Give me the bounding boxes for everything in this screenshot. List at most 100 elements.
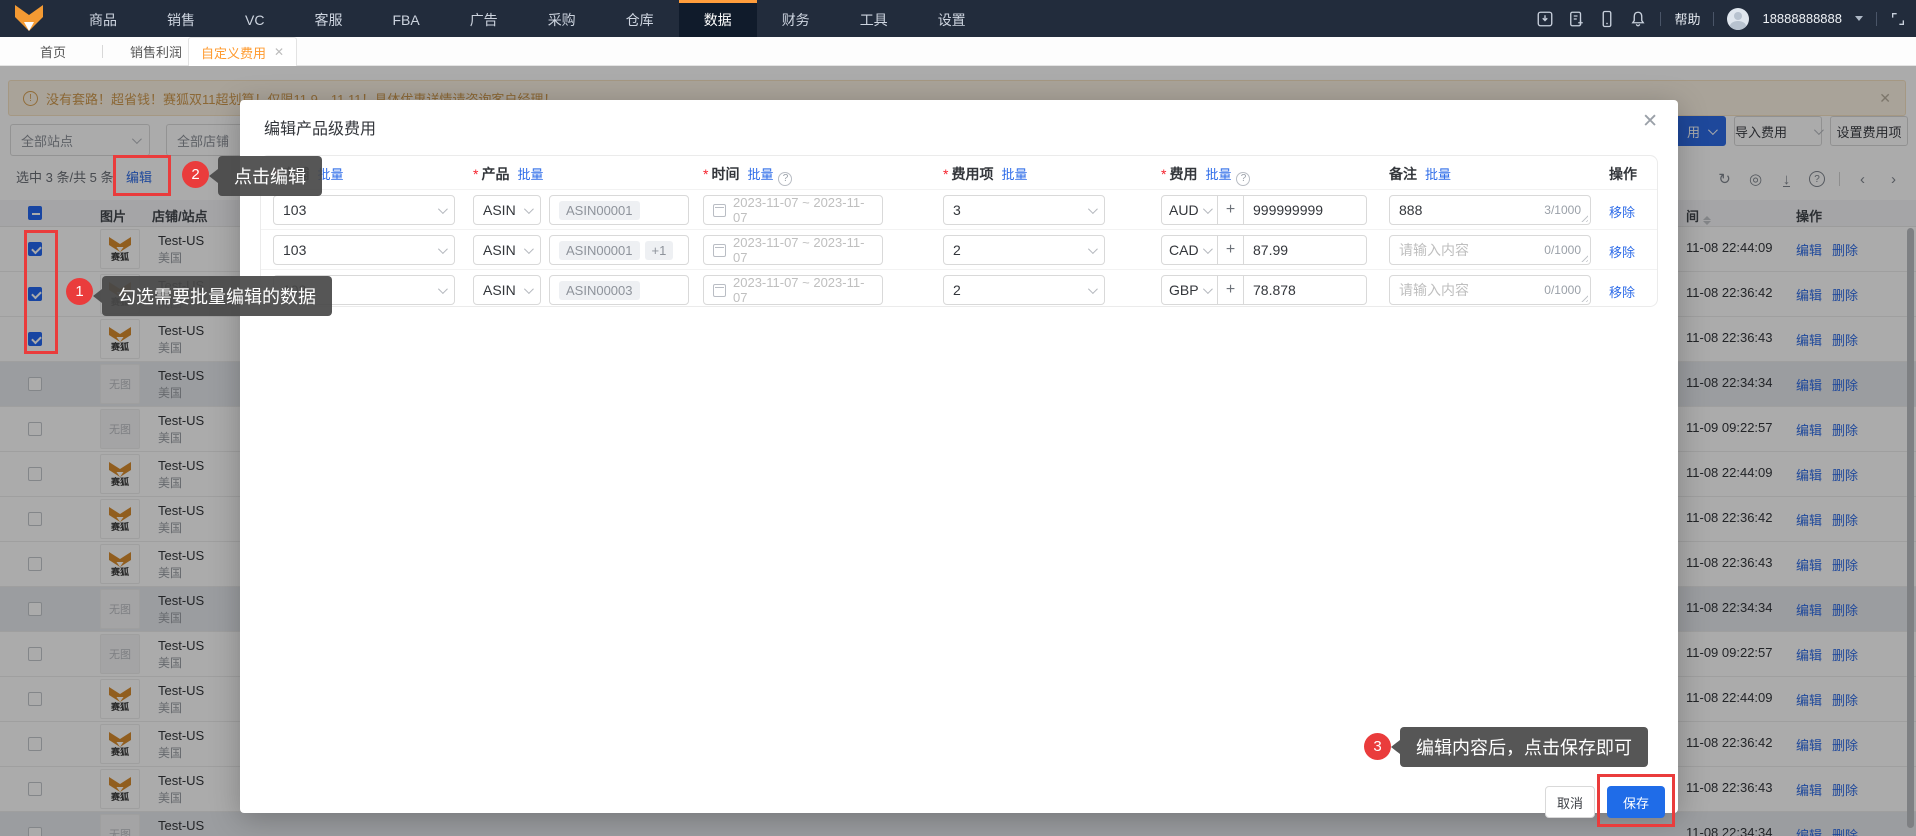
nav-item-1[interactable]: 销售 xyxy=(142,0,220,37)
remove-row-link[interactable]: 移除 xyxy=(1609,242,1635,261)
step-3-tooltip: 编辑内容后，点击保存即可 xyxy=(1391,727,1648,767)
asin-chip: ASIN00003 xyxy=(559,280,640,300)
chevron-down-icon xyxy=(1202,283,1213,294)
header-remark: 备注 批量 xyxy=(1389,166,1452,182)
help-circle-icon[interactable]: ? xyxy=(778,171,793,186)
char-counter: 3/1000 xyxy=(1544,203,1581,217)
form-plus-icon[interactable] xyxy=(1567,10,1585,28)
remark-textarea[interactable]: 请输入内容 0/1000 xyxy=(1389,275,1591,305)
remark-value: 888 xyxy=(1399,202,1423,218)
nav-item-9[interactable]: 财务 xyxy=(757,0,835,37)
chevron-down-icon xyxy=(437,243,448,254)
close-icon[interactable]: ✕ xyxy=(274,45,284,59)
batch-fee-item-link[interactable]: 批量 xyxy=(1001,167,1027,182)
fee-item-select[interactable]: 2 xyxy=(943,235,1105,265)
nav-item-4[interactable]: FBA xyxy=(367,0,444,37)
fee-edit-card: 店铺批量 产品批量 时间批量? 费用项批量 费用批量? 备注批量 操作 103 A… xyxy=(260,155,1658,307)
batch-remark-link[interactable]: 批量 xyxy=(1425,167,1451,182)
chevron-down-icon xyxy=(523,283,534,294)
divider xyxy=(1660,11,1662,26)
header-product: 产品批量 xyxy=(473,164,543,184)
plus-sign-button[interactable]: + xyxy=(1217,235,1244,265)
asin-input[interactable]: ASIN00001 xyxy=(549,195,689,225)
chevron-down-icon[interactable] xyxy=(1855,16,1863,21)
product-type-select[interactable]: ASIN xyxy=(473,195,541,225)
divider xyxy=(1713,11,1715,26)
divider xyxy=(1876,11,1877,26)
fee-row: 103 ASIN ASIN00001 2023-11-07 ~ 2023-11-07 3… xyxy=(261,189,1657,229)
batch-product-link[interactable]: 批量 xyxy=(517,167,543,182)
tab-custom-fee-active[interactable]: 自定义费用 ✕ xyxy=(188,37,298,66)
highlight-box-edit xyxy=(113,155,171,196)
highlight-box-checkboxes xyxy=(24,230,58,354)
currency-select[interactable]: CAD xyxy=(1161,235,1218,265)
product-type-select[interactable]: ASIN xyxy=(473,235,541,265)
help-circle-icon[interactable]: ? xyxy=(1236,171,1251,186)
mobile-icon[interactable] xyxy=(1598,10,1616,28)
nav-item-10[interactable]: 工具 xyxy=(835,0,913,37)
batch-time-link[interactable]: 批量 xyxy=(747,167,773,182)
char-counter: 0/1000 xyxy=(1544,283,1581,297)
top-navbar: 商品 销售 VC 客服 FBA 广告 采购 仓库 数据 财务 工具 设置 帮助 18888888888 xyxy=(0,0,1916,37)
nav-item-3[interactable]: 客服 xyxy=(289,0,367,37)
step-1-tooltip: 勾选需要批量编辑的数据 xyxy=(93,276,332,316)
fee-item-select[interactable]: 3 xyxy=(943,195,1105,225)
date-range-input[interactable]: 2023-11-07 ~ 2023-11-07 xyxy=(703,195,883,225)
plus-sign-button[interactable]: + xyxy=(1217,275,1244,305)
avatar[interactable] xyxy=(1727,7,1750,30)
nav-item-6[interactable]: 采购 xyxy=(523,0,601,37)
header-fee: 费用批量? xyxy=(1161,164,1251,186)
chevron-down-icon xyxy=(1202,243,1213,254)
shop-select[interactable]: 103 xyxy=(273,235,455,265)
modal-close-icon[interactable]: ✕ xyxy=(1642,110,1658,133)
account-phone[interactable]: 18888888888 xyxy=(1762,11,1842,26)
calendar-icon xyxy=(713,243,726,257)
shop-select[interactable]: 103 xyxy=(273,195,455,225)
tab-bar: 首页 销售利润 ✕ 自定义费用 ✕ xyxy=(0,37,1916,66)
chevron-down-icon xyxy=(523,243,534,254)
chevron-down-icon xyxy=(1087,243,1098,254)
step-2-tooltip: 点击编辑 xyxy=(209,156,322,196)
chevron-down-icon xyxy=(1087,283,1098,294)
header-fee-item: 费用项批量 xyxy=(943,164,1027,184)
nav-item-5[interactable]: 广告 xyxy=(445,0,523,37)
help-link[interactable]: 帮助 xyxy=(1674,9,1700,28)
asin-chip: ASIN00001 xyxy=(559,240,640,260)
asin-chip: +1 xyxy=(644,240,674,260)
char-counter: 0/1000 xyxy=(1544,243,1581,257)
nav-item-11[interactable]: 设置 xyxy=(913,0,991,37)
nav-item-8[interactable]: 数据 xyxy=(678,0,757,37)
remark-textarea[interactable]: 888 3/1000 xyxy=(1389,195,1591,225)
remark-textarea[interactable]: 请输入内容 0/1000 xyxy=(1389,235,1591,265)
chevron-down-icon xyxy=(1202,203,1213,214)
nav-item-2[interactable]: VC xyxy=(220,0,289,37)
asin-input[interactable]: ASIN00003 xyxy=(549,275,689,305)
download-tray-icon[interactable] xyxy=(1536,10,1554,28)
tab-home[interactable]: 首页 xyxy=(40,42,66,61)
plus-sign-button[interactable]: + xyxy=(1217,195,1244,225)
asin-input[interactable]: ASIN00001 +1 xyxy=(549,235,689,265)
fee-table-header: 店铺批量 产品批量 时间批量? 费用项批量 费用批量? 备注批量 操作 xyxy=(261,156,1657,189)
batch-fee-link[interactable]: 批量 xyxy=(1205,167,1231,182)
currency-select[interactable]: AUD xyxy=(1161,195,1218,225)
bell-icon[interactable] xyxy=(1629,10,1647,28)
amount-input[interactable]: 87.99 xyxy=(1243,235,1367,265)
product-type-select[interactable]: ASIN xyxy=(473,275,541,305)
remove-row-link[interactable]: 移除 xyxy=(1609,282,1635,301)
fox-logo-icon xyxy=(15,5,43,31)
fullscreen-icon[interactable] xyxy=(1890,11,1906,27)
date-range-input[interactable]: 2023-11-07 ~ 2023-11-07 xyxy=(703,275,883,305)
amount-input[interactable]: 78.878 xyxy=(1243,275,1367,305)
amount-input[interactable]: 999999999 xyxy=(1243,195,1367,225)
remark-placeholder: 请输入内容 xyxy=(1399,282,1469,298)
nav-item-0[interactable]: 商品 xyxy=(64,0,142,37)
fee-item-select[interactable]: 2 xyxy=(943,275,1105,305)
step-3-badge: 3 xyxy=(1364,733,1391,760)
cancel-button[interactable]: 取消 xyxy=(1545,786,1595,818)
currency-select[interactable]: GBP xyxy=(1161,275,1218,305)
nav-item-7[interactable]: 仓库 xyxy=(601,0,679,37)
date-range-input[interactable]: 2023-11-07 ~ 2023-11-07 xyxy=(703,235,883,265)
remove-row-link[interactable]: 移除 xyxy=(1609,202,1635,221)
calendar-icon xyxy=(713,203,726,217)
step-2-badge: 2 xyxy=(182,161,209,188)
